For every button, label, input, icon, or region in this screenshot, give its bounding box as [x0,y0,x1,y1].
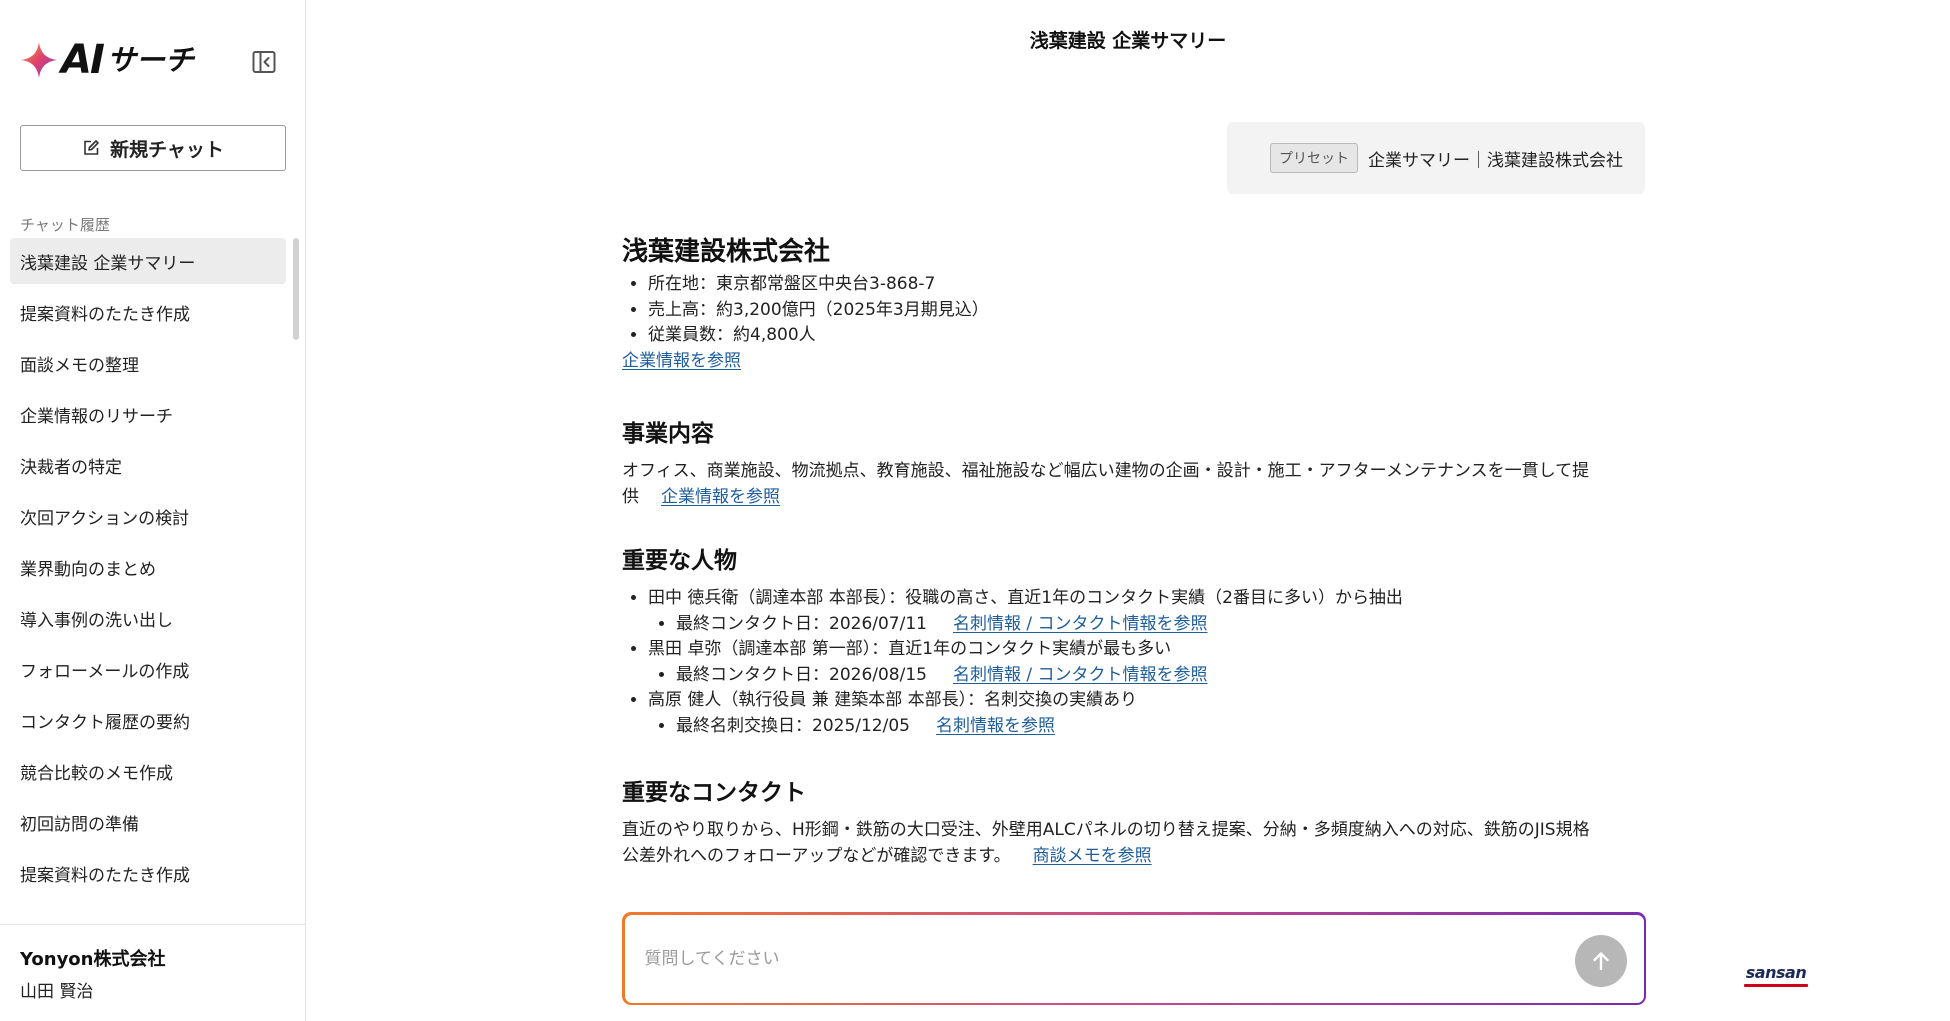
sidebar-collapse-icon[interactable] [251,49,277,75]
key-contact-section: 重要なコンタクト 直近のやり取りから、H形鋼・鉄筋の大口受注、外壁用ALCパネル… [622,776,1646,869]
person-last-contact: 最終名刺交換日：2025/12/05 [676,715,910,736]
person-details: 最終コンタクト日：2026/08/15 名刺情報 / コンタクト情報を参照 [648,663,1646,689]
sansan-logo: sansan [1744,964,1808,987]
new-chat-label: 新規チャット [110,139,224,161]
history-item[interactable]: 次回アクションの検討 [10,493,286,539]
chat-history-list: 浅葉建設 企業サマリー 提案資料のたたき作成 面談メモの整理 企業情報のリサーチ… [10,238,286,918]
user-message-text: 企業サマリー｜浅葉建設株式会社 [1368,150,1623,171]
business-text: オフィス、商業施設、物流拠点、教育施設、福祉施設など幅広い建物の企画・設計・施工… [622,461,1590,481]
contact-text: 公差外れへのフォローアップなどが確認できます。 [622,845,1011,866]
history-scrollbar[interactable] [293,238,299,340]
history-item[interactable]: 業界動向のまとめ [10,544,286,590]
person-last-contact: 最終コンタクト日：2026/07/11 [676,613,927,634]
person-item: 田中 徳兵衛（調達本部 本部長）：役職の高さ、直近1年のコンタクト実績（2番目に… [648,586,1646,637]
people-heading: 重要な人物 [622,548,737,574]
company-fact: 売上高：約3,200億円（2025年3月期見込） [648,298,1646,324]
preset-badge: プリセット [1270,143,1358,173]
sparkle-star-icon [21,42,57,78]
company-facts: 所在地：東京都常盤区中央台3-868-7 売上高：約3,200億円（2025年3… [622,272,1646,349]
history-item[interactable]: 初回訪問の準備 [10,799,286,845]
business-info-link[interactable]: 企業情報を参照 [661,487,780,507]
person-detail: 最終コンタクト日：2026/07/11 名刺情報 / コンタクト情報を参照 [676,612,1646,638]
people-list: 田中 徳兵衛（調達本部 本部長）：役職の高さ、直近1年のコンタクト実績（2番目に… [622,586,1646,739]
history-item[interactable]: 面談メモの整理 [10,340,286,386]
history-item[interactable]: 浅葉建設 企業サマリー [10,238,286,284]
sansan-logo-bar [1744,984,1808,987]
history-item[interactable]: 企業情報のリサーチ [10,391,286,437]
key-people-section: 重要な人物 田中 徳兵衛（調達本部 本部長）：役職の高さ、直近1年のコンタクト実… [622,544,1646,739]
new-chat-button[interactable]: 新規チャット [20,125,286,171]
page-title: 浅葉建設 企業サマリー [1029,30,1227,52]
card-contact-link[interactable]: 名刺情報 / コンタクト情報を参照 [953,665,1208,685]
history-item[interactable]: 競合比較のメモ作成 [10,748,286,794]
card-contact-link[interactable]: 名刺情報 / コンタクト情報を参照 [953,614,1208,634]
question-input-container [622,912,1646,1005]
person-details: 最終コンタクト日：2026/07/11 名刺情報 / コンタクト情報を参照 [648,612,1646,638]
question-input[interactable] [642,940,1543,977]
edit-icon [84,140,99,155]
person-item: 高原 健人（執行役員 兼 建築本部 本部長）：名刺交換の実績あり 最終名刺交換日… [648,688,1646,739]
question-input-box [624,914,1644,1003]
brand-sub-text: サーチ [106,43,194,77]
brand-logo[interactable]: AI サーチ [19,40,194,80]
person-last-contact: 最終コンタクト日：2026/08/15 [676,664,927,685]
history-label: チャット履歴 [20,216,110,234]
person-details: 最終名刺交換日：2025/12/05 名刺情報を参照 [648,714,1646,740]
account-company: Yonyon株式会社 [20,949,166,970]
contact-text: 直近のやり取りから、H形鋼・鉄筋の大口受注、外壁用ALCパネルの切り替え提案、分… [622,820,1590,840]
company-fact: 従業員数：約4,800人 [648,323,1646,349]
business-section: 事業内容 オフィス、商業施設、物流拠点、教育施設、福祉施設など幅広い建物の企画・… [622,417,1646,510]
history-item[interactable]: 導入事例の洗い出し [10,595,286,641]
contact-heading: 重要なコンタクト [622,780,806,806]
person-text: 高原 健人（執行役員 兼 建築本部 本部長）：名刺交換の実績あり [648,690,1138,710]
brand-ai-text: AI [61,37,105,83]
send-button[interactable] [1574,934,1627,987]
sidebar: AI サーチ 新規チャット チャット履歴 浅葉建設 企業サマリー 提案資料のたた… [0,0,306,1021]
company-section: 浅葉建設株式会社 所在地：東京都常盤区中央台3-868-7 売上高：約3,200… [622,232,1646,374]
sansan-logo-text: sansan [1745,963,1807,982]
history-item[interactable]: コンタクト履歴の要約 [10,697,286,743]
company-title: 浅葉建設株式会社 [622,237,831,267]
person-detail: 最終名刺交換日：2025/12/05 名刺情報を参照 [676,714,1646,740]
card-info-link[interactable]: 名刺情報を参照 [936,716,1055,736]
business-text: 供 [622,486,639,507]
history-item[interactable]: 提案資料のたたき作成 [10,289,286,335]
history-item[interactable]: フォローメールの作成 [10,646,286,692]
person-item: 黒田 卓弥（調達本部 第一部）：直近1年のコンタクト実績が最も多い 最終コンタク… [648,637,1646,688]
user-message-bubble: プリセット 企業サマリー｜浅葉建設株式会社 [1227,122,1645,194]
history-item[interactable]: 提案資料のたたき作成 [10,850,286,896]
company-fact: 所在地：東京都常盤区中央台3-868-7 [648,272,1646,298]
meeting-memo-link[interactable]: 商談メモを参照 [1033,846,1152,866]
person-detail: 最終コンタクト日：2026/08/15 名刺情報 / コンタクト情報を参照 [676,663,1646,689]
person-text: 黒田 卓弥（調達本部 第一部）：直近1年のコンタクト実績が最も多い [648,639,1172,659]
history-item[interactable]: 決裁者の特定 [10,442,286,488]
business-heading: 事業内容 [622,421,714,447]
account-panel[interactable]: Yonyon株式会社 山田 賢治 [0,924,305,1021]
account-user-name: 山田 賢治 [20,982,94,1002]
arrow-up-icon [1592,951,1609,970]
company-info-link[interactable]: 企業情報を参照 [622,351,741,371]
person-text: 田中 徳兵衛（調達本部 本部長）：役職の高さ、直近1年のコンタクト実績（2番目に… [648,588,1403,608]
